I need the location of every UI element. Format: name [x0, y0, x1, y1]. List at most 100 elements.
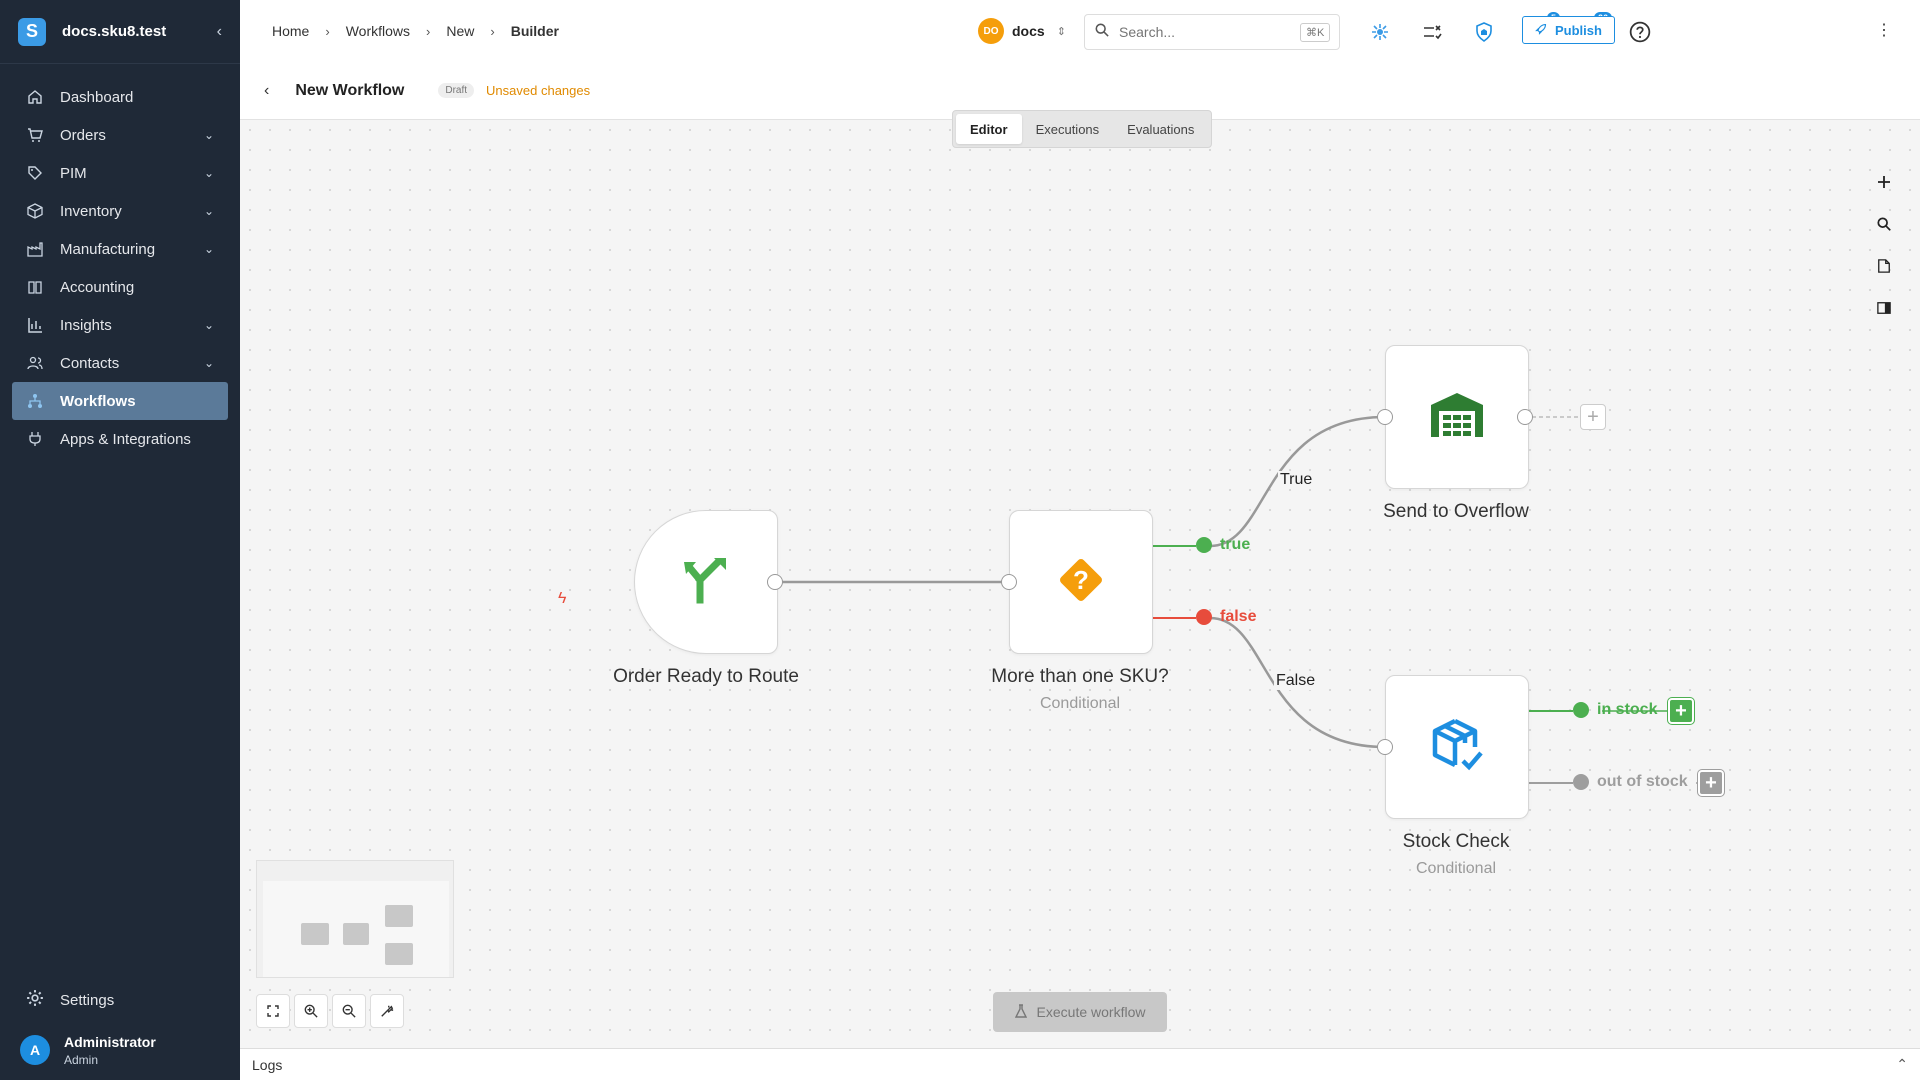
false-dot [1196, 609, 1212, 625]
brand-header: S docs.sku8.test ‹ [0, 0, 240, 64]
cart-icon [26, 126, 44, 144]
chevron-down-icon[interactable]: ⌄ [204, 356, 214, 370]
workflow-title[interactable]: New Workflow [295, 82, 404, 100]
chevron-up-icon[interactable]: ⌃ [1896, 1056, 1908, 1073]
tab-executions[interactable]: Executions [1022, 114, 1114, 144]
publish-label: Publish [1555, 22, 1602, 38]
zoom-in-icon[interactable] [294, 994, 328, 1028]
add-node-icon[interactable] [1874, 172, 1894, 192]
minimap[interactable] [256, 860, 454, 978]
search-input[interactable] [1119, 24, 1300, 40]
chevron-down-icon[interactable]: ⌄ [204, 242, 214, 256]
sidebar-item-manufacturing[interactable]: Manufacturing ⌄ [12, 230, 228, 268]
execute-workflow-label: Execute workflow [1036, 1004, 1146, 1020]
execute-workflow-button[interactable]: Execute workflow [993, 992, 1167, 1032]
handle-trigger-output[interactable] [767, 574, 783, 590]
sidebar-item-label: Dashboard [60, 88, 134, 106]
sidebar-item-label: Orders [60, 126, 106, 144]
collapse-sidebar-icon[interactable]: ‹ [217, 23, 222, 41]
breadcrumb-builder: Builder [510, 23, 559, 39]
chevron-down-icon[interactable]: ⌄ [204, 166, 214, 180]
more-options-icon[interactable]: ⋮ [1876, 20, 1892, 40]
svg-text:?: ? [1073, 565, 1089, 595]
sidebar-item-label: Workflows [60, 392, 136, 410]
question-diamond-icon: ? [1053, 552, 1109, 613]
fit-view-icon[interactable] [256, 994, 290, 1028]
node-label: More than one SKU? [991, 666, 1169, 687]
output-out-of-stock[interactable]: out of stock [1573, 773, 1688, 791]
gear-icon [26, 989, 44, 1011]
sidebar-item-settings[interactable]: Settings [0, 980, 240, 1020]
user-role: Admin [64, 1052, 99, 1067]
out-of-stock-dot [1573, 774, 1589, 790]
output-in-stock[interactable]: in stock [1573, 701, 1657, 719]
workflow-icon [26, 392, 44, 410]
add-node-button[interactable]: + [1580, 404, 1606, 430]
help-icon[interactable] [1626, 18, 1654, 46]
chevron-down-icon[interactable]: ⌄ [204, 318, 214, 332]
publish-button[interactable]: Publish [1522, 16, 1615, 44]
node-stock-check[interactable] [1385, 675, 1529, 819]
sidebar-item-insights[interactable]: Insights ⌄ [12, 306, 228, 344]
breadcrumb-new[interactable]: New [446, 23, 474, 39]
breadcrumb-home[interactable]: Home [272, 23, 309, 39]
tab-editor[interactable]: Editor [956, 114, 1022, 144]
logs-panel[interactable]: Logs ⌃ [240, 1048, 1920, 1080]
chevron-right-icon: › [426, 23, 431, 39]
sidebar: S docs.sku8.test ‹ Dashboard Orders ⌄ PI… [0, 0, 240, 1080]
task-list-icon[interactable] [1418, 18, 1446, 46]
shield-icon[interactable] [1470, 18, 1498, 46]
add-node-button[interactable]: + [1668, 698, 1694, 724]
tidy-up-icon[interactable] [370, 994, 404, 1028]
handle-condition-input[interactable] [1001, 574, 1017, 590]
sidebar-item-dashboard[interactable]: Dashboard [12, 78, 228, 116]
handle-stock-input[interactable] [1377, 739, 1393, 755]
output-true[interactable]: true [1196, 536, 1250, 554]
sticky-note-icon[interactable] [1874, 256, 1894, 276]
sidebar-item-apps-integrations[interactable]: Apps & Integrations [12, 420, 228, 458]
search-icon [1095, 23, 1109, 42]
side-panel-icon[interactable] [1874, 298, 1894, 318]
output-in-stock-label: in stock [1597, 701, 1658, 718]
sidebar-item-pim[interactable]: PIM ⌄ [12, 154, 228, 192]
warehouse-icon [1429, 391, 1485, 444]
node-order-ready-to-route[interactable] [634, 510, 778, 654]
node-send-to-overflow[interactable] [1385, 345, 1529, 489]
breadcrumb-workflows[interactable]: Workflows [346, 23, 410, 39]
sidebar-item-label: Apps & Integrations [60, 430, 191, 448]
add-node-button[interactable]: + [1698, 770, 1724, 796]
edge-label-false: False [1274, 672, 1318, 690]
bar-chart-icon [26, 316, 44, 334]
back-arrow-icon[interactable]: ‹ [264, 82, 269, 100]
flask-icon [1014, 1003, 1027, 1021]
sidebar-item-contacts[interactable]: Contacts ⌄ [12, 344, 228, 382]
node-more-than-one-sku[interactable]: ? [1009, 510, 1153, 654]
handle-overflow-output[interactable] [1517, 409, 1533, 425]
zoom-out-icon[interactable] [332, 994, 366, 1028]
handle-overflow-input[interactable] [1377, 409, 1393, 425]
node-type-label: Conditional [1039, 695, 1121, 712]
settings-label: Settings [60, 991, 115, 1009]
output-true-label: true [1220, 536, 1251, 553]
chevron-down-icon[interactable]: ⌄ [204, 204, 214, 218]
sidebar-item-workflows[interactable]: Workflows [12, 382, 228, 420]
user-profile[interactable]: A Administrator Admin [0, 1020, 240, 1080]
sidebar-item-orders[interactable]: Orders ⌄ [12, 116, 228, 154]
ai-assistant-icon[interactable] [1366, 18, 1394, 46]
search-icon[interactable] [1874, 214, 1894, 234]
search-box[interactable]: ⌘K [1084, 14, 1340, 50]
user-name: Administrator [64, 1033, 156, 1050]
workspace-badge: DO [978, 18, 1004, 44]
brand-logo[interactable]: S [18, 17, 46, 46]
sidebar-item-accounting[interactable]: Accounting [12, 268, 228, 306]
brand-name[interactable]: docs.sku8.test [62, 23, 217, 40]
user-info: Administrator Admin [64, 1034, 156, 1067]
output-false[interactable]: false [1196, 608, 1256, 626]
tab-evaluations[interactable]: Evaluations [1113, 114, 1208, 144]
route-icon [680, 554, 732, 611]
workspace-switcher[interactable]: DO docs ⇕ [978, 18, 1066, 44]
chevron-down-icon[interactable]: ⌄ [204, 128, 214, 142]
rocket-icon [1535, 23, 1547, 38]
sidebar-item-label: Accounting [60, 278, 135, 296]
sidebar-item-inventory[interactable]: Inventory ⌄ [12, 192, 228, 230]
